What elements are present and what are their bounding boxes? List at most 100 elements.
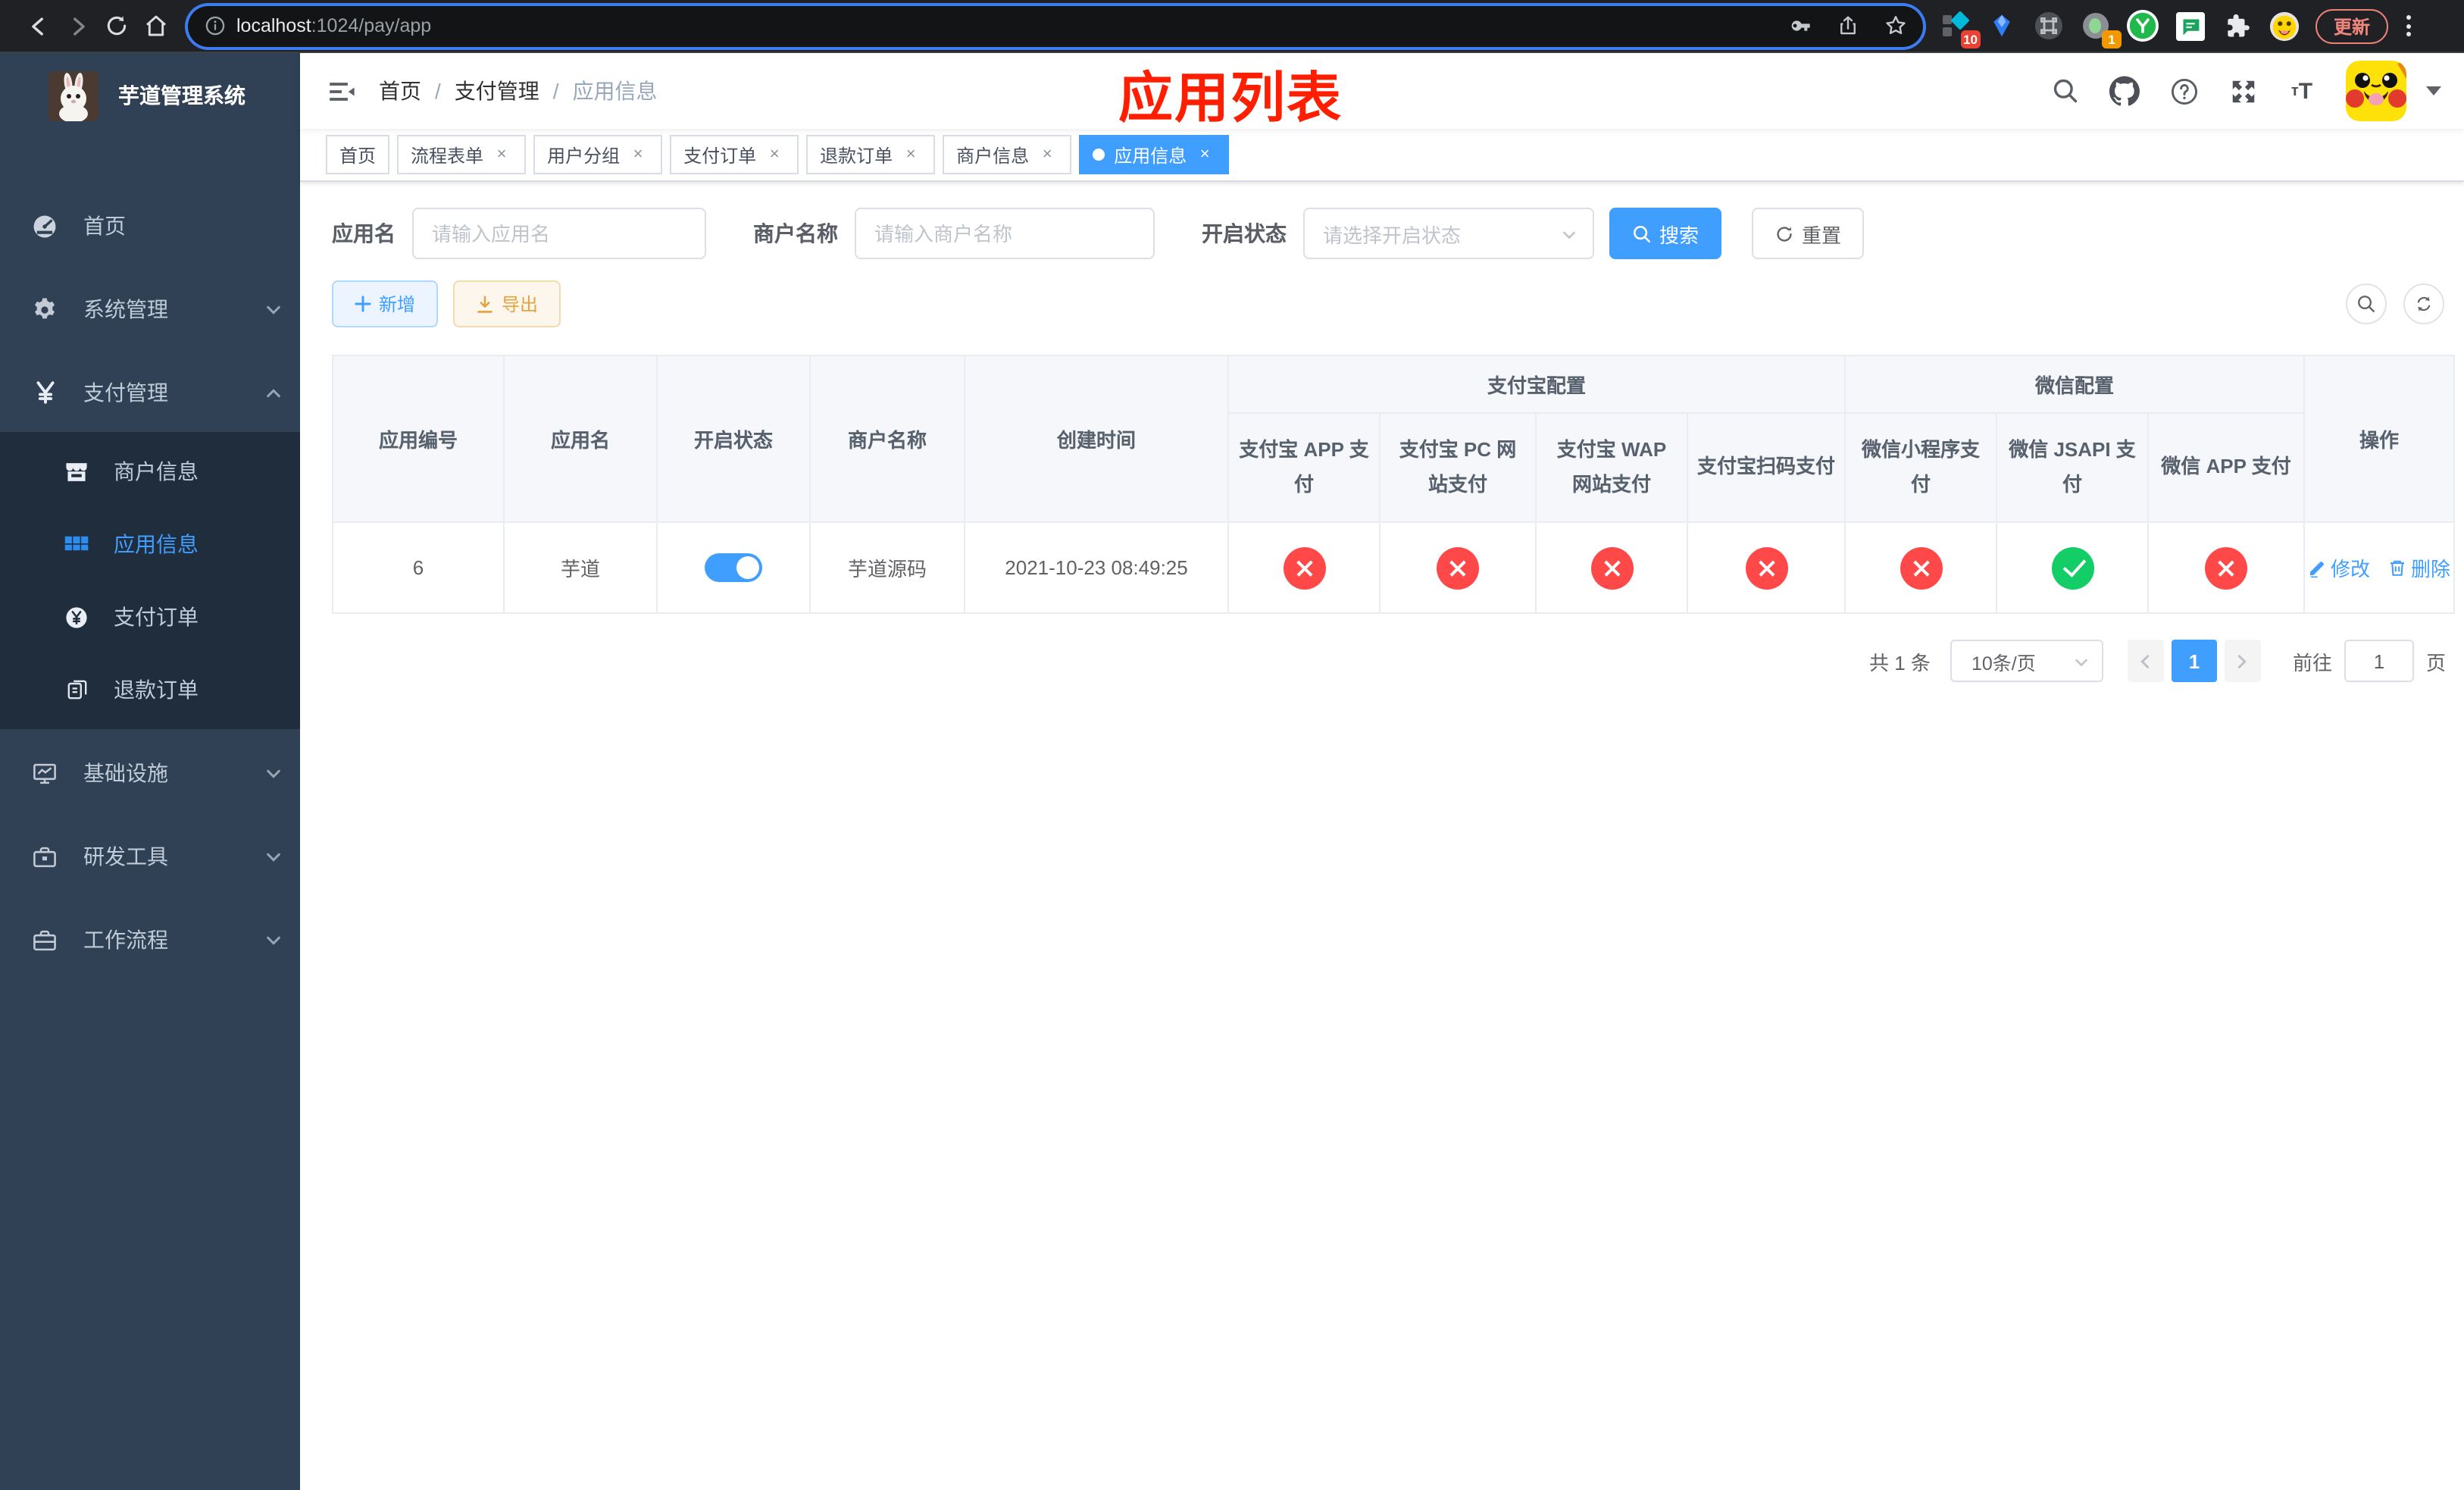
- tag-home[interactable]: 首页: [326, 135, 390, 174]
- extension-emoji-icon[interactable]: [2267, 9, 2300, 42]
- sidebar-item-dev-tools[interactable]: 研发工具: [0, 817, 300, 896]
- enabled-toggle[interactable]: [705, 553, 762, 582]
- current-page-button[interactable]: 1: [2171, 640, 2217, 682]
- extension-badge: 10: [1960, 30, 1981, 49]
- status-disabled-icon: [1437, 546, 1479, 589]
- tag-pay-order[interactable]: 支付订单 ×: [670, 135, 799, 174]
- address-bar[interactable]: localhost:1024/pay/app: [188, 5, 1923, 46]
- search-icon: [2358, 296, 2375, 312]
- gear-icon: [32, 296, 58, 322]
- tag-user-group[interactable]: 用户分组 ×: [533, 135, 663, 174]
- status-disabled-icon: [1283, 546, 1325, 589]
- sidebar-item-system[interactable]: 系统管理: [0, 270, 300, 349]
- bookmark-star-icon[interactable]: [1884, 14, 1908, 38]
- fullscreen-icon[interactable]: [2228, 76, 2258, 106]
- tags-view: 首页 流程表单 × 用户分组 × 支付订单 × 退款订单 × 商户信息 × 应用信息 ×: [300, 129, 2464, 182]
- sidebar-item-label: 研发工具: [83, 844, 168, 869]
- dashboard-icon: [32, 213, 58, 239]
- col-wx-jsapi: 微信 JSAPI 支付: [1996, 412, 2150, 523]
- goto-page-input[interactable]: [2344, 640, 2414, 682]
- extensions-area: 10 1: [1938, 9, 2300, 49]
- site-info-icon[interactable]: [205, 15, 226, 36]
- sidebar-logo[interactable]: 芋道管理系统: [0, 53, 300, 138]
- github-icon[interactable]: [2109, 76, 2140, 106]
- sidebar-item-app-info[interactable]: 应用信息: [0, 508, 300, 581]
- tag-process-form[interactable]: 流程表单 ×: [397, 135, 527, 174]
- sidebar-item-label: 商户信息: [114, 459, 199, 484]
- app-name-input[interactable]: [412, 208, 706, 259]
- sidebar-item-pay-order[interactable]: 支付订单: [0, 581, 300, 653]
- show-search-toggle-button[interactable]: [2346, 283, 2387, 324]
- url-text: localhost:1024/pay/app: [236, 15, 1776, 36]
- browser-home-icon[interactable]: [136, 6, 176, 45]
- col-app-name: 应用名: [503, 355, 658, 523]
- sidebar-item-workflow[interactable]: 工作流程: [0, 900, 300, 979]
- close-icon[interactable]: ×: [1194, 144, 1215, 165]
- app-name-label: 应用名: [332, 221, 396, 246]
- sidebar-item-label: 退款订单: [114, 678, 199, 702]
- delete-link[interactable]: 删除: [2388, 553, 2450, 582]
- cell-created: 2021-10-23 08:49:25: [964, 521, 1229, 614]
- share-icon[interactable]: [1837, 14, 1859, 38]
- refresh-icon: [2417, 296, 2431, 311]
- status-select[interactable]: 请选择开启状态: [1303, 208, 1594, 259]
- merchant-name-label: 商户名称: [753, 221, 838, 246]
- breadcrumb-payment[interactable]: 支付管理: [455, 76, 539, 106]
- user-avatar[interactable]: [2346, 61, 2406, 121]
- cell-merchant: 芋道源码: [809, 521, 965, 614]
- col-wx-mini: 微信小程序支付: [1844, 412, 1998, 523]
- extension-command-icon[interactable]: [2032, 9, 2065, 42]
- browser-forward-icon[interactable]: [58, 6, 97, 45]
- browser-refresh-icon[interactable]: [97, 6, 136, 45]
- header-search-icon[interactable]: [2050, 76, 2081, 106]
- reset-button[interactable]: 重置: [1752, 208, 1865, 259]
- table-toolbar: 新增 导出: [332, 280, 2452, 327]
- prev-page-button[interactable]: [2127, 640, 2164, 682]
- avatar-dropdown-caret-icon[interactable]: [2426, 86, 2441, 95]
- close-icon[interactable]: ×: [900, 144, 921, 165]
- extension-chat-icon[interactable]: [2173, 9, 2206, 42]
- edit-link[interactable]: 修改: [2308, 554, 2370, 583]
- sidebar-collapse-icon[interactable]: [324, 74, 358, 108]
- extension-puzzle-icon[interactable]: [2220, 9, 2253, 42]
- refresh-table-button[interactable]: [2403, 283, 2444, 324]
- export-button[interactable]: 导出: [453, 280, 561, 327]
- page-size-select[interactable]: 10条/页: [1950, 640, 2103, 682]
- browser-back-icon[interactable]: [18, 6, 58, 45]
- tag-refund-order[interactable]: 退款订单 ×: [806, 135, 936, 174]
- app-title: 芋道管理系统: [118, 83, 245, 108]
- add-button[interactable]: 新增: [332, 280, 439, 327]
- breadcrumb-home[interactable]: 首页: [379, 76, 421, 106]
- extension-tabs-icon[interactable]: 10: [1938, 9, 1981, 49]
- tag-merchant-info[interactable]: 商户信息 ×: [943, 135, 1072, 174]
- group-wechat-config: 微信配置: [1844, 355, 2306, 414]
- extension-gem-icon[interactable]: [1985, 9, 2018, 42]
- chevron-up-icon: [265, 384, 282, 401]
- close-icon[interactable]: ×: [1037, 144, 1058, 165]
- close-icon[interactable]: ×: [764, 144, 785, 165]
- search-button[interactable]: 搜索: [1609, 208, 1722, 259]
- sidebar-item-merchant-info[interactable]: 商户信息: [0, 435, 300, 508]
- help-icon[interactable]: [2169, 76, 2199, 106]
- extension-y-icon[interactable]: [2126, 9, 2159, 42]
- close-icon[interactable]: ×: [491, 144, 512, 165]
- col-app-id: 应用编号: [332, 355, 505, 523]
- payment-submenu: 商户信息 应用信息 支付订单 退款订单: [0, 432, 300, 729]
- sidebar-item-payment[interactable]: 支付管理: [0, 353, 300, 432]
- sidebar-item-refund-order[interactable]: 退款订单: [0, 653, 300, 726]
- merchant-name-input[interactable]: [855, 208, 1155, 259]
- status-disabled-icon: [1590, 546, 1633, 589]
- browser-update-button[interactable]: 更新: [2315, 8, 2389, 43]
- browser-menu-icon[interactable]: [2394, 9, 2422, 42]
- password-key-icon[interactable]: [1788, 14, 1812, 38]
- next-page-button[interactable]: [2224, 640, 2261, 682]
- sidebar-item-home[interactable]: 首页: [0, 186, 300, 265]
- sidebar-item-infrastructure[interactable]: 基础设施: [0, 734, 300, 812]
- documents-icon: [64, 677, 89, 703]
- sidebar-item-label: 首页: [83, 214, 126, 238]
- close-icon[interactable]: ×: [627, 144, 649, 165]
- extension-recorder-icon[interactable]: 1: [2079, 9, 2122, 49]
- tag-app-info[interactable]: 应用信息 ×: [1079, 135, 1230, 174]
- app-window: 芋道管理系统 首页 系统管理 支付管理 商户信息 应用信息 支付订单 退款订单 …: [0, 53, 2464, 1490]
- font-size-icon[interactable]: тT: [2287, 76, 2317, 106]
